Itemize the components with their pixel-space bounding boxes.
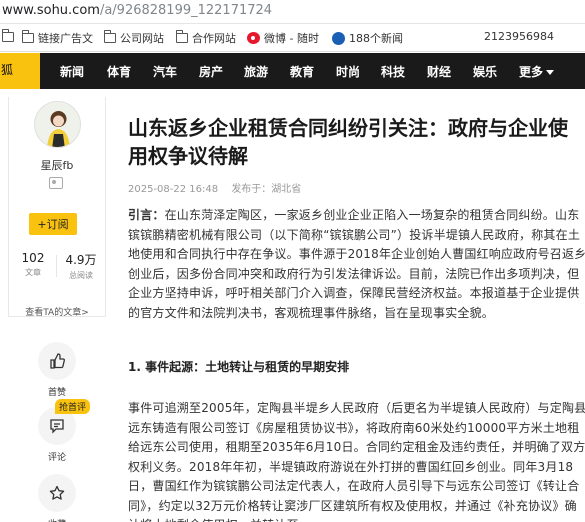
address-bar[interactable]: www.sohu.com/a/926828199_122171724 [0, 0, 585, 24]
publish-location: 发布于：湖北省 [231, 184, 302, 195]
url-path: /a/926828199_122171724 [99, 3, 273, 18]
article-meta: 2025-08-22 16:48 发布于：湖北省 [128, 180, 311, 195]
globe-icon [332, 31, 345, 45]
publish-time: 2025-08-22 16:48 [128, 184, 219, 195]
bookmark-folder-ads[interactable]: 链接广告文 [21, 30, 93, 46]
article-title: 山东返乡企业租赁合同纠纷引关注：政府与企业使用权争议待解 [128, 116, 568, 168]
comment-label: 评论 [47, 453, 66, 463]
section-paragraph: 事件可追溯至2005年，定陶县半堤乡人民政府（后更名为半堤镇人民政府）与定陶县远… [128, 401, 585, 522]
lead-label: 引言： [128, 208, 165, 222]
bookmark-label: 链接广告文 [38, 32, 93, 45]
first-comment-badge: 抢首评 [55, 399, 91, 414]
url-host: www.sohu.com [2, 3, 100, 18]
logo-text: 狐 [1, 63, 14, 77]
views-label: 总阅读 [69, 271, 93, 280]
stat-views: 4.9万 总阅读 [61, 251, 101, 281]
nav-item-finance[interactable]: 财经 [427, 63, 451, 80]
author-card: 星辰fb +订阅 102 文章 4.9万 总阅读 查看TA的文章> [8, 97, 106, 318]
weibo-icon [247, 32, 260, 44]
comment-button[interactable]: 抢首评 评论 [38, 399, 91, 463]
see-all-articles-link[interactable]: 查看TA的文章> [9, 305, 105, 318]
article-lead: 引言：在山东菏泽定陶区，一家返乡创业企业正陷入一场复杂的租赁合同纠纷。山东镔镔鹏… [128, 206, 585, 323]
nav-item-house[interactable]: 房产 [199, 63, 223, 80]
sohu-logo[interactable]: 狐 [0, 53, 40, 89]
author-verified-icon [49, 177, 63, 189]
articles-count: 102 [21, 251, 45, 265]
avatar[interactable] [34, 101, 81, 148]
nav-item-travel[interactable]: 旅游 [244, 63, 268, 80]
chevron-down-icon [546, 70, 555, 75]
like-label: 首赞 [47, 388, 66, 398]
nav-item-sports[interactable]: 体育 [107, 63, 131, 80]
nav-item-more[interactable]: 更多 [519, 63, 555, 80]
bookmark-label: 188个新闻 [349, 32, 403, 45]
collect-label: 收藏 [38, 517, 76, 522]
bookmark-folder-company[interactable]: 公司网站 [103, 30, 164, 46]
folder-icon [21, 30, 34, 43]
like-button[interactable]: 首赞 [38, 342, 76, 398]
follow-button[interactable]: +订阅 [29, 213, 77, 235]
articles-label: 文章 [25, 268, 41, 277]
bookmarks-bar: 链接广告文 公司网站 合作网站 微博 - 随时 188个新闻 212395698… [0, 25, 585, 52]
star-icon [38, 474, 76, 512]
author-name[interactable]: 星辰fb [9, 157, 105, 173]
bookmark-number[interactable]: 2123956984 [484, 30, 554, 43]
bookmark-weibo[interactable]: 微博 - 随时 [247, 30, 319, 46]
folder-icon [175, 30, 188, 43]
stat-articles: 102 文章 [15, 251, 51, 278]
author-sidebar: 星辰fb +订阅 102 文章 4.9万 总阅读 查看TA的文章> 首赞 抢首评… [8, 89, 106, 522]
bookmark-folder-0[interactable] [1, 28, 22, 43]
thumbs-up-icon [38, 342, 76, 380]
lead-text: 在山东菏泽定陶区，一家返乡创业企业正陷入一场复杂的租赁合同纠纷。山东镔镔鹏精密机… [128, 208, 585, 320]
nav-item-education[interactable]: 教育 [290, 63, 314, 80]
bookmark-label: 公司网站 [120, 32, 164, 45]
nav-item-tech[interactable]: 科技 [381, 63, 405, 80]
nav-item-fashion[interactable]: 时尚 [336, 63, 360, 80]
nav-item-auto[interactable]: 汽车 [153, 63, 177, 80]
bookmark-news[interactable]: 188个新闻 [332, 30, 403, 46]
bookmark-folder-partners[interactable]: 合作网站 [175, 30, 236, 46]
folder-icon [1, 28, 14, 42]
views-count: 4.9万 [65, 253, 97, 267]
bookmark-label: 微博 - 随时 [264, 32, 319, 45]
url-text[interactable]: www.sohu.com/a/926828199_122171724 [2, 3, 272, 18]
channel-nav: 狐 新闻 体育 汽车 房产 旅游 教育 时尚 科技 财经 娱乐 更多 [0, 53, 585, 89]
nav-item-ent[interactable]: 娱乐 [473, 63, 497, 80]
bookmark-label: 合作网站 [192, 32, 236, 45]
folder-icon [103, 30, 116, 43]
bookmark-label: 2123956984 [484, 30, 554, 43]
collect-button[interactable]: 收藏 [38, 474, 76, 522]
nav-more-label: 更多 [519, 65, 544, 79]
stat-divider [56, 255, 57, 277]
nav-item-news[interactable]: 新闻 [60, 63, 84, 80]
section-heading: 1. 事件起源：土地转让与租赁的早期安排 [128, 360, 350, 374]
bookmark-label [18, 30, 22, 43]
